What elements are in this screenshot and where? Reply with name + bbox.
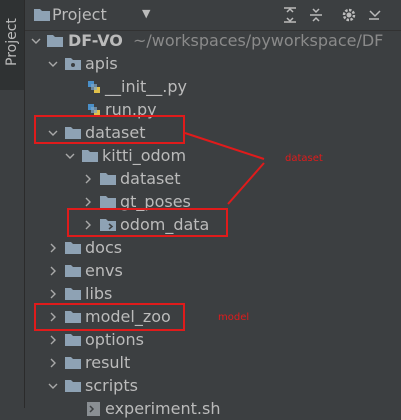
annotation-connector-lines: [184, 132, 265, 205]
dataset-annotation-label: dataset: [285, 153, 323, 164]
model-annotation-label: model: [218, 312, 250, 323]
